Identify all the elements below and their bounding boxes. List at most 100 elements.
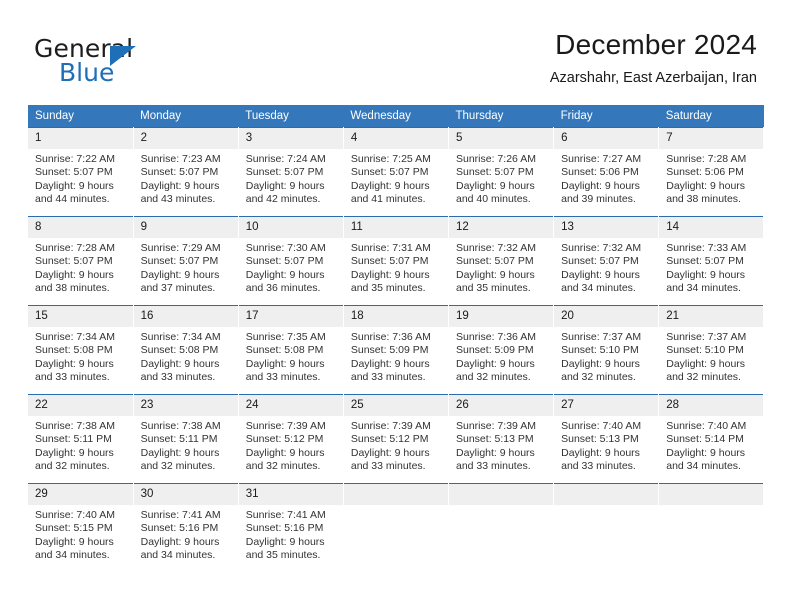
- day-details: Sunrise: 7:26 AM Sunset: 5:07 PM Daylight:…: [449, 149, 553, 207]
- calendar-day-cell[interactable]: 28 Sunrise: 7:40 AM Sunset: 5:14 PM Dayligh…: [658, 394, 765, 484]
- day-sunrise-line: Sunrise: 7:41 AM: [140, 509, 221, 521]
- calendar-day-cell[interactable]: 14 Sunrise: 7:33 AM Sunset: 5:07 PM Dayligh…: [658, 216, 765, 306]
- day-daylight-line: Daylight: 9 hours: [561, 268, 640, 281]
- calendar-day-cell[interactable]: 30 Sunrise: 7:41 AM Sunset: 5:16 PM Dayligh…: [133, 483, 239, 572]
- calendar-day-cell[interactable]: 4 Sunrise: 7:25 AM Sunset: 5:07 PM Daylight…: [343, 127, 450, 217]
- day-number: 14: [659, 217, 764, 238]
- day-number: 31: [238, 484, 343, 505]
- day-daylight-line: and 36 minutes.: [245, 282, 321, 295]
- day-daylight-line: Daylight: 9 hours: [561, 179, 640, 192]
- day-number: 19: [449, 306, 554, 327]
- calendar-day-cell[interactable]: 19 Sunrise: 7:36 AM Sunset: 5:09 PM Dayligh…: [448, 305, 555, 395]
- day-daylight-line: Daylight: 9 hours: [561, 446, 640, 459]
- calendar-day-cell[interactable]: 25 Sunrise: 7:39 AM Sunset: 5:12 PM Dayligh…: [343, 394, 450, 484]
- calendar-day-cell[interactable]: 11 Sunrise: 7:31 AM Sunset: 5:07 PM Dayligh…: [343, 216, 450, 306]
- day-sunset-line: Sunset: 5:10 PM: [666, 344, 744, 357]
- day-number: 1: [28, 128, 133, 149]
- day-number: 6: [554, 128, 659, 149]
- calendar-day-cell[interactable]: 17 Sunrise: 7:35 AM Sunset: 5:08 PM Dayligh…: [238, 305, 344, 395]
- day-details: Sunrise: 7:40 AM Sunset: 5:13 PM Daylight:…: [554, 416, 658, 474]
- day-daylight-line: Daylight: 9 hours: [666, 179, 746, 192]
- calendar-day-cell[interactable]: 18 Sunrise: 7:36 AM Sunset: 5:09 PM Dayligh…: [343, 305, 450, 395]
- day-details: Sunrise: 7:27 AM Sunset: 5:06 PM Daylight:…: [554, 149, 658, 207]
- day-number: 26: [449, 395, 554, 416]
- day-number: 22: [28, 395, 133, 416]
- day-sunrise-line: Sunrise: 7:37 AM: [561, 331, 642, 343]
- calendar-day-cell[interactable]: 5 Sunrise: 7:26 AM Sunset: 5:07 PM Daylight…: [448, 127, 555, 217]
- day-daylight-line: Daylight: 9 hours: [140, 535, 220, 548]
- day-daylight-line: Daylight: 9 hours: [350, 179, 430, 192]
- day-sunrise-line: Sunrise: 7:40 AM: [666, 420, 747, 432]
- calendar-day-cell[interactable]: 6 Sunrise: 7:27 AM Sunset: 5:06 PM Daylight…: [553, 127, 660, 217]
- calendar-day-cell[interactable]: 31 Sunrise: 7:41 AM Sunset: 5:16 PM Dayligh…: [238, 483, 344, 572]
- day-sunset-line: Sunset: 5:09 PM: [350, 344, 429, 357]
- day-sunrise-line: Sunrise: 7:32 AM: [456, 242, 536, 254]
- day-daylight-line: Daylight: 9 hours: [140, 357, 220, 370]
- day-sunset-line: Sunset: 5:07 PM: [245, 166, 324, 179]
- day-sunrise-line: Sunrise: 7:28 AM: [35, 242, 115, 254]
- day-number: 5: [449, 128, 554, 149]
- day-daylight-line: and 42 minutes.: [245, 193, 321, 206]
- calendar-day-cell[interactable]: 20 Sunrise: 7:37 AM Sunset: 5:10 PM Dayligh…: [553, 305, 660, 395]
- day-daylight-line: Daylight: 9 hours: [350, 357, 430, 370]
- day-sunrise-line: Sunrise: 7:37 AM: [666, 331, 747, 343]
- day-number: 20: [554, 306, 659, 327]
- calendar-day-cell[interactable]: 1 Sunrise: 7:22 AM Sunset: 5:07 PM Daylight…: [28, 127, 134, 217]
- day-sunrise-line: Sunrise: 7:41 AM: [245, 509, 326, 521]
- calendar-day-cell[interactable]: 9 Sunrise: 7:29 AM Sunset: 5:07 PM Daylight…: [133, 216, 239, 306]
- day-sunset-line: Sunset: 5:11 PM: [35, 433, 112, 446]
- calendar-day-cell[interactable]: 8 Sunrise: 7:28 AM Sunset: 5:07 PM Daylight…: [28, 216, 134, 306]
- day-daylight-line: and 34 minutes.: [561, 282, 636, 295]
- day-details: Sunrise: 7:32 AM Sunset: 5:07 PM Daylight:…: [554, 238, 658, 296]
- calendar-day-cell[interactable]: 27 Sunrise: 7:40 AM Sunset: 5:13 PM Dayligh…: [553, 394, 660, 484]
- day-daylight-line: and 39 minutes.: [561, 193, 636, 206]
- day-daylight-line: Daylight: 9 hours: [140, 179, 220, 192]
- day-details: Sunrise: 7:24 AM Sunset: 5:07 PM Daylight:…: [239, 149, 343, 207]
- day-details: Sunrise: 7:31 AM Sunset: 5:07 PM Daylight:…: [344, 238, 448, 296]
- calendar-day-cell[interactable]: 3 Sunrise: 7:24 AM Sunset: 5:07 PM Daylight…: [238, 127, 344, 217]
- day-sunset-line: Sunset: 5:16 PM: [140, 522, 219, 535]
- weekday-header-monday: Monday: [133, 105, 239, 128]
- day-number: 13: [554, 217, 659, 238]
- day-sunset-line: Sunset: 5:07 PM: [35, 166, 113, 179]
- day-details: Sunrise: 7:34 AM Sunset: 5:08 PM Daylight:…: [134, 327, 238, 385]
- day-number: 15: [28, 306, 133, 327]
- day-number: 21: [659, 306, 764, 327]
- calendar-day-cell[interactable]: 15 Sunrise: 7:34 AM Sunset: 5:08 PM Dayligh…: [28, 305, 134, 395]
- calendar-day-cell[interactable]: 16 Sunrise: 7:34 AM Sunset: 5:08 PM Dayligh…: [133, 305, 239, 395]
- day-number: [343, 484, 448, 505]
- day-sunrise-line: Sunrise: 7:35 AM: [245, 331, 326, 343]
- calendar-day-cell[interactable]: 23 Sunrise: 7:38 AM Sunset: 5:11 PM Dayligh…: [133, 394, 239, 484]
- day-daylight-line: Daylight: 9 hours: [35, 268, 114, 281]
- day-number: 17: [238, 306, 343, 327]
- calendar-day-cell[interactable]: 22 Sunrise: 7:38 AM Sunset: 5:11 PM Dayligh…: [28, 394, 134, 484]
- calendar-day-cell[interactable]: 13 Sunrise: 7:32 AM Sunset: 5:07 PM Dayligh…: [553, 216, 660, 306]
- calendar-day-cell[interactable]: 21 Sunrise: 7:37 AM Sunset: 5:10 PM Dayligh…: [658, 305, 765, 395]
- calendar-week-row: 8 Sunrise: 7:28 AM Sunset: 5:07 PM Daylight…: [28, 216, 765, 306]
- calendar-day-cell[interactable]: 12 Sunrise: 7:32 AM Sunset: 5:07 PM Dayligh…: [448, 216, 555, 306]
- day-details: Sunrise: 7:30 AM Sunset: 5:07 PM Daylight:…: [239, 238, 343, 296]
- day-daylight-line: and 35 minutes.: [245, 549, 321, 562]
- day-number: 12: [449, 217, 554, 238]
- day-sunrise-line: Sunrise: 7:39 AM: [350, 420, 431, 432]
- weekday-header-tuesday: Tuesday: [238, 105, 344, 128]
- calendar-day-cell[interactable]: 26 Sunrise: 7:39 AM Sunset: 5:13 PM Dayligh…: [448, 394, 555, 484]
- day-sunrise-line: Sunrise: 7:33 AM: [666, 242, 747, 254]
- day-details: Sunrise: 7:38 AM Sunset: 5:11 PM Daylight:…: [28, 416, 133, 474]
- day-details: Sunrise: 7:34 AM Sunset: 5:08 PM Daylight:…: [28, 327, 133, 385]
- calendar-day-cell[interactable]: 29 Sunrise: 7:40 AM Sunset: 5:15 PM Dayligh…: [28, 483, 134, 572]
- day-details: Sunrise: 7:39 AM Sunset: 5:13 PM Daylight:…: [449, 416, 553, 474]
- day-details: Sunrise: 7:38 AM Sunset: 5:11 PM Daylight:…: [134, 416, 238, 474]
- calendar-day-cell[interactable]: 10 Sunrise: 7:30 AM Sunset: 5:07 PM Dayligh…: [238, 216, 344, 306]
- calendar-day-cell[interactable]: 7 Sunrise: 7:28 AM Sunset: 5:06 PM Daylight…: [658, 127, 765, 217]
- day-sunrise-line: Sunrise: 7:28 AM: [666, 153, 747, 165]
- brand-logo[interactable]: General Blue: [34, 34, 264, 87]
- calendar-day-cell-empty: [343, 483, 450, 572]
- day-sunset-line: Sunset: 5:07 PM: [456, 166, 534, 179]
- day-daylight-line: and 34 minutes.: [140, 549, 216, 562]
- page-header: General Blue December 2024 Azarshahr, Ea…: [0, 0, 792, 100]
- day-daylight-line: and 32 minutes.: [561, 371, 636, 384]
- calendar-day-cell[interactable]: 24 Sunrise: 7:39 AM Sunset: 5:12 PM Dayligh…: [238, 394, 344, 484]
- calendar-day-cell[interactable]: 2 Sunrise: 7:23 AM Sunset: 5:07 PM Daylight…: [133, 127, 239, 217]
- page-title: December 2024: [555, 29, 757, 60]
